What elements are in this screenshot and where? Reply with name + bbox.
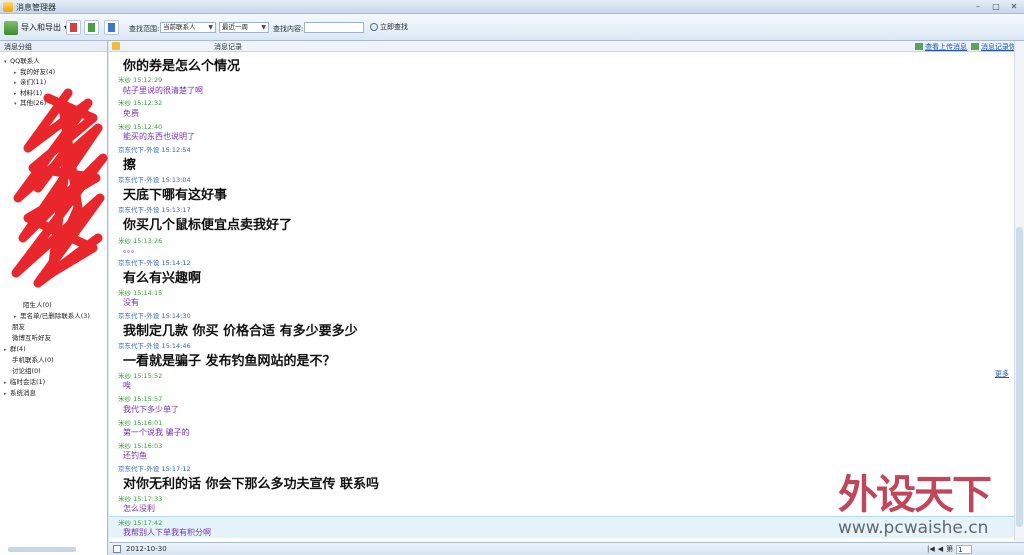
message-log-header: 消息记录 查看上传消息 消息记录恢复 — [109, 41, 1024, 52]
app-icon — [3, 2, 13, 12]
sidebar-scrollbar[interactable] — [8, 547, 76, 552]
site-watermark: 外设天下 www.pcwaishe.cn — [834, 462, 1024, 555]
redaction-scribble — [11, 88, 108, 288]
content-label: 查找内容: — [273, 25, 304, 33]
message-header: 京东代下-外设 15:14:12 — [118, 259, 191, 267]
message-header: 京东代下-外设 15:12:54 — [118, 146, 191, 154]
message-header: 京东代下-外设 15:14:46 — [118, 342, 191, 350]
message-text: 能买的东西也说明了 — [123, 132, 195, 141]
sidebar-item-groups[interactable]: ▸ 群(4) — [4, 343, 26, 353]
message-text: 一看就是骗子 发布钓鱼网站的是不？ — [123, 354, 336, 369]
message-text: 你的券是怎么个情况 — [123, 59, 241, 74]
minimize-button[interactable]: – — [970, 1, 986, 12]
message-header: 京东代下-外设 15:13:17 — [118, 206, 191, 214]
message-text: 我帮别人下单我有积分啊 — [123, 528, 211, 537]
import-export-button[interactable]: 导入和导出 ▾ — [4, 19, 68, 36]
message-text: 天底下哪有这好事 — [123, 188, 228, 203]
sidebar-item-temp-chats[interactable]: ▸ 临时会话(1) — [4, 376, 45, 386]
message-text: 有么有兴趣啊 — [123, 271, 202, 286]
title-bar: 消息管理器 – □ ✕ — [0, 0, 1024, 14]
message-text: 我制定几款 你买 价格合适 有多少要多少 — [123, 324, 358, 339]
sidebar-item-qinmen[interactable]: ▸ 亲们(11) — [14, 76, 46, 86]
message-text: 怎么没利 — [123, 504, 155, 513]
toolbar: 导入和导出 ▾ 查找范围: 当前联系人 ▼ 最近一周 ▼ 查找内容: 立即查找 — [0, 14, 1024, 41]
message-text: 没有 — [123, 298, 139, 307]
current-date: 2012-10-30 — [126, 545, 167, 553]
message-header: 米纱 15:17:33 — [118, 495, 163, 503]
delete-button[interactable] — [66, 20, 81, 35]
period-select[interactable]: 最近一周 ▼ — [219, 22, 269, 33]
sidebar-header: 消息分组 — [0, 41, 107, 52]
sidebar-item-qq-contacts[interactable]: ▾ QQ联系人 — [4, 55, 40, 65]
message-header: 米纱 15:12:29 — [118, 76, 163, 84]
recover-icon — [971, 43, 979, 50]
sidebar-item-discussions[interactable]: 讨论组(0) — [6, 365, 41, 375]
maximize-button[interactable]: □ — [988, 1, 1004, 12]
scope-select[interactable]: 当前联系人 ▼ — [160, 22, 216, 33]
sidebar-item-system[interactable]: ▸ 系统消息 — [4, 387, 36, 397]
message-header: 米纱 15:16:03 — [118, 442, 163, 450]
calendar-icon[interactable] — [113, 545, 121, 553]
chevron-down-icon: ▼ — [261, 24, 266, 31]
period-select-value: 最近一周 — [222, 23, 248, 31]
message-header: 京东代下-外设 15:13:04 — [118, 176, 191, 184]
watermark-url: www.pcwaishe.cn — [838, 518, 989, 538]
message-text: 还钓鱼 — [123, 451, 147, 460]
message-text: 唉 — [123, 381, 131, 390]
message-text: 我代下多少单了 — [123, 405, 179, 414]
scope-select-value: 当前联系人 — [163, 23, 196, 31]
close-button[interactable]: ✕ — [1006, 1, 1022, 12]
message-header: 米纱 15:15:57 — [118, 395, 163, 403]
sidebar-item-my-friends[interactable]: ▸ 我的好友(4) — [14, 66, 55, 76]
message-header: 京东代下-外设 15:17:12 — [118, 465, 191, 473]
export-excel-button[interactable] — [84, 20, 99, 35]
view-upload-link[interactable]: 查看上传消息 — [915, 42, 967, 52]
scope-label: 查找范围: — [129, 25, 160, 33]
message-log-title: 消息记录 — [214, 43, 242, 51]
message-text: 帖子里说的很清楚了啊 — [123, 86, 203, 95]
search-button-label: 立即查找 — [380, 23, 408, 31]
message-header: 米纱 15:17:42 — [118, 519, 163, 527]
sidebar-item-mobile[interactable]: 手机联系人(0) — [6, 354, 54, 364]
message-header: 米纱 15:15:52 — [118, 372, 163, 380]
search-icon — [370, 23, 378, 31]
message-header: 米纱 15:14:15 — [118, 289, 163, 297]
message-header: 米纱 15:12:32 — [118, 99, 163, 107]
window-controls: – □ ✕ — [970, 1, 1022, 12]
upload-icon — [915, 43, 923, 50]
import-export-icon — [4, 20, 18, 35]
import-export-label: 导入和导出 — [21, 23, 61, 32]
message-text: 免费 — [123, 109, 139, 118]
sidebar-item-strangers[interactable]: 陌生人(0) — [17, 299, 52, 309]
message-header: 京东代下-外设 15:14:30 — [118, 312, 191, 320]
search-input[interactable] — [304, 22, 364, 33]
watermark-logo: 外设天下 — [838, 471, 992, 518]
message-header: 米纱 15:12:40 — [118, 123, 163, 131]
more-link[interactable]: 更多 — [995, 369, 1009, 379]
search-button[interactable]: 立即查找 — [370, 22, 408, 32]
message-text: 擦 — [123, 158, 137, 173]
sidebar-item-weibo[interactable]: 微博互听好友 — [6, 332, 51, 342]
sidebar-item-friends[interactable]: 朋友 — [6, 321, 25, 331]
refresh-button[interactable] — [104, 20, 119, 35]
chevron-down-icon: ▼ — [208, 24, 213, 31]
message-header: 米纱 15:16:01 — [118, 419, 163, 427]
message-text: 第一个说我 骗子的 — [123, 428, 190, 437]
message-text: 。。。 — [123, 245, 139, 254]
contact-icon — [112, 42, 120, 50]
message-text: 对你无利的话 你会下那么多功夫宣传 联系吗 — [123, 477, 380, 492]
sidebar-item-blacklist[interactable]: ▸ 黑名单/已删除联系人(3) — [14, 310, 90, 320]
message-text: 你买几个鼠标便宜点卖我好了 — [123, 218, 293, 233]
window-title: 消息管理器 — [16, 3, 56, 12]
